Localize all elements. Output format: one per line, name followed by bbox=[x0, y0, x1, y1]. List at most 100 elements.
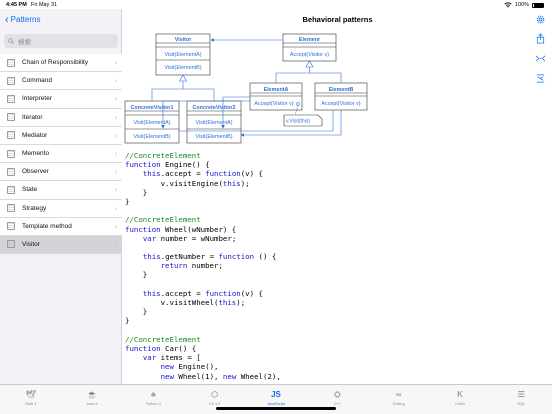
tab-python[interactable]: ♣ Python 3 bbox=[123, 385, 184, 414]
code-token: items = [ bbox=[156, 353, 201, 363]
tab-label: Python 3 bbox=[145, 402, 161, 406]
code-token: //ConcreteElement bbox=[125, 334, 201, 344]
sidebar-item-label: Memento bbox=[22, 150, 50, 158]
sidebar-item[interactable]: State › bbox=[0, 181, 122, 200]
uml-cv1-name: ConcreteVisitor1 bbox=[130, 105, 173, 111]
code-line: } bbox=[125, 188, 281, 197]
tab-swift[interactable]: 🕊 Swift 4 bbox=[0, 385, 61, 414]
document-icon bbox=[7, 76, 15, 85]
code-token: Wheel(wNumber) { bbox=[160, 224, 237, 234]
code-line: this.accept = function(v) { bbox=[125, 289, 281, 298]
code-token: var bbox=[142, 353, 157, 363]
sidebar-item[interactable]: Interpreter › bbox=[0, 90, 122, 109]
document-icon bbox=[7, 113, 15, 122]
tab-label: Golang bbox=[392, 402, 405, 406]
uml-diagram: Visitor Visit(ElementA) Visit(ElementB) … bbox=[124, 33, 368, 144]
wifi-icon bbox=[504, 2, 512, 8]
code-line: new Wheel(1), new Wheel(2), bbox=[125, 372, 281, 381]
uml-class-visitor: Visitor Visit(ElementA) Visit(ElementB) bbox=[155, 33, 211, 76]
code-line: function Wheel(wNumber) { bbox=[125, 225, 281, 234]
code-token: function bbox=[125, 224, 161, 234]
code-token: v.visitWheel( bbox=[125, 298, 219, 307]
code-token: this bbox=[142, 288, 161, 298]
battery-percent: 100% bbox=[514, 2, 529, 8]
code-token: number = wNumber; bbox=[156, 233, 237, 243]
code-token: //ConcreteElement bbox=[125, 215, 201, 225]
sidebar-item[interactable]: Strategy › bbox=[0, 199, 122, 218]
uml-eb-name: ElementB bbox=[329, 87, 354, 93]
document-icon bbox=[7, 240, 15, 249]
code-line: function Engine() { bbox=[125, 160, 281, 169]
sidebar-item[interactable]: Template method › bbox=[0, 217, 122, 236]
document-icon bbox=[7, 222, 15, 231]
split-view-icon[interactable] bbox=[535, 53, 546, 64]
search-placeholder: 検索 bbox=[18, 39, 31, 46]
code-token: number; bbox=[187, 261, 223, 271]
code-line: } bbox=[125, 316, 281, 325]
uml-cv2-m1: Visit(ElementA) bbox=[195, 120, 232, 126]
code-line: var number = wNumber; bbox=[125, 234, 281, 243]
sidebar-item[interactable]: Memento › bbox=[0, 144, 122, 164]
tab-golang[interactable]: ∞ Golang bbox=[368, 385, 429, 414]
uml-ea-m1: Accept(Visitor v) bbox=[254, 101, 293, 107]
tab-label: Swift 4 bbox=[24, 402, 37, 406]
sidebar-item[interactable]: Chain of Responsibility › bbox=[0, 54, 122, 73]
gear-icon[interactable] bbox=[535, 14, 546, 25]
code-token: var bbox=[142, 233, 157, 243]
chevron-right-icon: › bbox=[114, 112, 117, 122]
tab-label: Kotlin bbox=[455, 402, 465, 406]
tab-label: C# 3.0 bbox=[209, 402, 221, 406]
uml-class-concrete-visitor-1: ConcreteVisitor1 Visit(ElementA) Visit(E… bbox=[124, 100, 180, 144]
code-token: v.visitEngine( bbox=[125, 178, 223, 188]
code-token: Engine(), bbox=[173, 362, 219, 372]
sidebar-item-label: Mediator bbox=[22, 131, 48, 139]
chevron-right-icon: › bbox=[114, 130, 117, 140]
sidebar-item[interactable]: Visitor › bbox=[0, 235, 122, 255]
sidebar-item[interactable]: Command › bbox=[0, 72, 122, 91]
code-token: (v) { bbox=[240, 169, 263, 179]
back-button[interactable]: ‹ Patterns bbox=[5, 13, 40, 26]
sidebar-item[interactable]: Iterator › bbox=[0, 108, 122, 127]
share-icon[interactable] bbox=[535, 33, 546, 44]
uml-ea-name: ElementA bbox=[264, 87, 289, 93]
tab-sql[interactable]: ☰ SQL bbox=[491, 385, 552, 414]
chevron-left-icon: ‹ bbox=[5, 13, 9, 26]
javascript-icon: JS bbox=[271, 390, 281, 399]
document-icon bbox=[7, 149, 15, 158]
code-token: .getNumber = bbox=[160, 252, 219, 262]
search-icon bbox=[8, 38, 14, 44]
code-token: this bbox=[142, 252, 161, 262]
csharp-icon: ⬡ bbox=[211, 390, 219, 399]
code-token: this bbox=[142, 169, 161, 179]
search-input[interactable]: 検索 bbox=[4, 34, 118, 48]
uml-visitor-name: Visitor bbox=[175, 37, 193, 43]
document-icon bbox=[7, 131, 15, 140]
tab-java[interactable]: ☕ Java 8 bbox=[61, 385, 122, 414]
home-indicator[interactable] bbox=[216, 407, 336, 410]
code-line: v.visitWheel(this); bbox=[125, 298, 281, 307]
code-token: function bbox=[205, 169, 241, 179]
uml-note: v.Visit(this) bbox=[283, 114, 323, 127]
document-icon bbox=[7, 185, 15, 194]
code-token: //ConcreteElement bbox=[125, 151, 201, 160]
uml-element-name: Elemenr bbox=[299, 37, 321, 43]
sidebar-item[interactable]: Observer › bbox=[0, 163, 122, 182]
font-size-icon[interactable] bbox=[535, 73, 546, 84]
code-line: new Engine(), bbox=[125, 362, 281, 371]
tab-kotlin[interactable]: K Kotlin bbox=[429, 385, 490, 414]
chevron-right-icon: › bbox=[114, 221, 117, 231]
sidebar-item-label: Visitor bbox=[22, 240, 40, 248]
chevron-right-icon: › bbox=[114, 167, 117, 177]
sidebar-item[interactable]: Mediator › bbox=[0, 126, 122, 145]
uml-cv2-name: ConcreteVisitor2 bbox=[192, 105, 235, 111]
code-token: } bbox=[125, 307, 148, 317]
java-icon: ☕ bbox=[87, 390, 97, 399]
code-token: function bbox=[125, 343, 161, 353]
code-line: } bbox=[125, 270, 281, 279]
code-line: } bbox=[125, 307, 281, 316]
